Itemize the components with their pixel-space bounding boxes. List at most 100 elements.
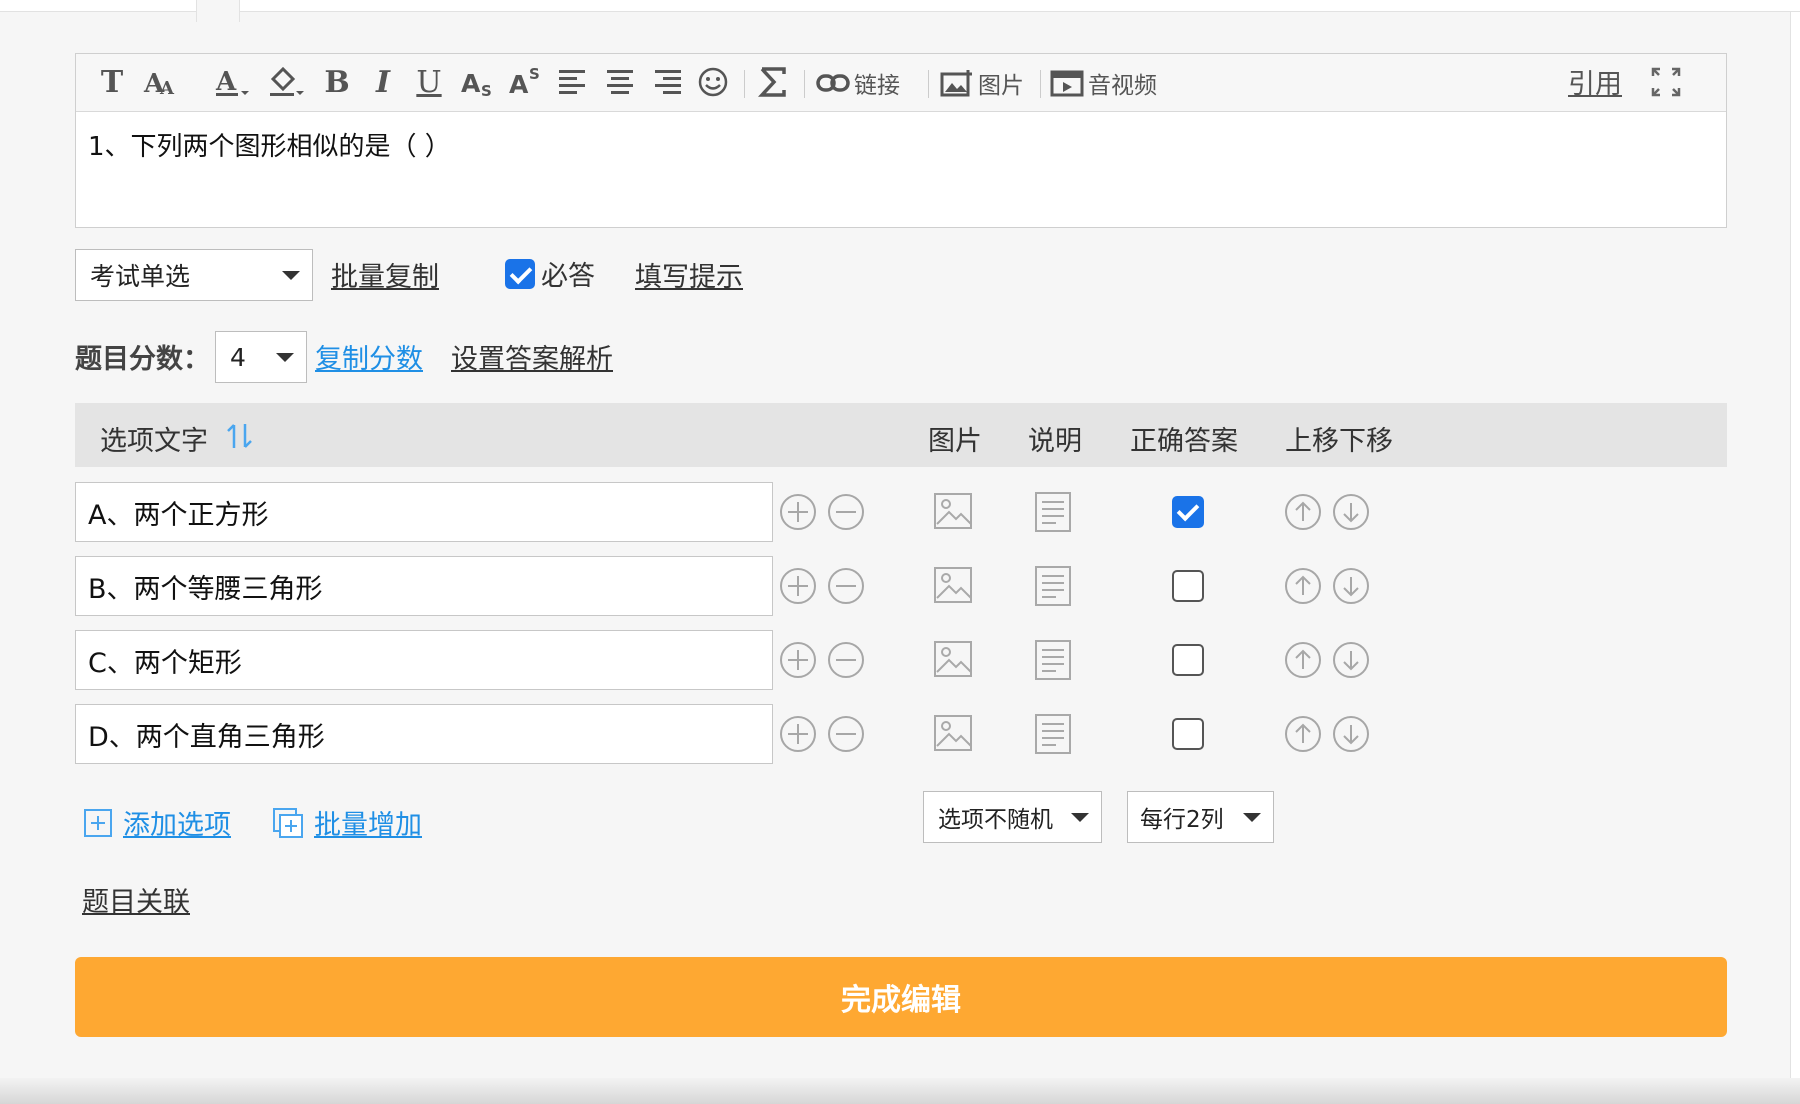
move-up-icon[interactable]	[1284, 641, 1322, 679]
question-text[interactable]: 1、下列两个图形相似的是（ ）	[76, 112, 1726, 182]
insert-media-button[interactable]: 音视频	[1050, 67, 1157, 99]
cite-link[interactable]: 引用	[1568, 62, 1622, 101]
image-label: 图片	[978, 73, 1024, 99]
required-checkbox[interactable]	[505, 259, 535, 289]
editor-toolbar: T AA A B I U AS AS 链接 图片 音视频 引用	[76, 54, 1726, 112]
insert-link-button[interactable]: 链接	[816, 67, 900, 99]
toolbar-divider	[928, 70, 929, 98]
columns-select[interactable]: 每行2列	[1127, 791, 1274, 843]
formula-icon[interactable]	[756, 64, 790, 100]
note-icon[interactable]	[1034, 565, 1072, 611]
required-label: 必答	[541, 261, 595, 292]
svg-text:A: A	[215, 67, 237, 97]
remove-row-icon[interactable]	[827, 641, 865, 679]
add-row-icon[interactable]	[779, 567, 817, 605]
note-header: 说明	[1028, 426, 1082, 457]
option-input[interactable]: D、两个直角三角形	[75, 704, 773, 764]
right-border	[1790, 12, 1800, 1104]
toolbar-divider	[744, 70, 745, 98]
option-input[interactable]: B、两个等腰三角形	[75, 556, 773, 616]
italic-icon[interactable]: I	[368, 64, 398, 100]
align-center-icon[interactable]	[604, 64, 636, 100]
toolbar-divider	[804, 70, 805, 98]
set-analysis-link[interactable]: 设置答案解析	[451, 337, 613, 376]
remove-row-icon[interactable]	[827, 493, 865, 531]
font-size-icon[interactable]: AA	[140, 64, 180, 100]
move-down-icon[interactable]	[1332, 641, 1370, 679]
chevron-down-icon	[282, 271, 300, 280]
image-upload-icon[interactable]	[933, 566, 973, 608]
batch-add-label: 批量增加	[314, 810, 422, 841]
score-value: 4	[230, 342, 246, 372]
add-row-icon[interactable]	[779, 493, 817, 531]
question-type-select[interactable]: 考试单选	[75, 249, 313, 301]
batch-copy-link[interactable]: 批量复制	[331, 255, 439, 294]
copy-score-link[interactable]: 复制分数	[315, 337, 423, 376]
fill-hint-link[interactable]: 填写提示	[635, 255, 743, 294]
highlight-icon[interactable]	[266, 64, 306, 100]
underline-icon[interactable]: U	[414, 64, 444, 100]
svg-text:A: A	[461, 69, 481, 98]
option-random-value: 选项不随机	[938, 807, 1053, 833]
add-option-button[interactable]: 添加选项	[83, 803, 231, 842]
option-input[interactable]: C、两个矩形	[75, 630, 773, 690]
correct-answer-checkbox[interactable]	[1172, 644, 1204, 676]
options-header: 选项文字 图片 说明 正确答案 上移下移	[75, 403, 1727, 467]
note-icon[interactable]	[1034, 713, 1072, 759]
chevron-down-icon	[1071, 813, 1089, 822]
image-upload-icon[interactable]	[933, 640, 973, 682]
add-option-label: 添加选项	[123, 810, 231, 841]
toolbar-divider	[1040, 70, 1041, 98]
superscript-icon[interactable]: AS	[508, 64, 544, 100]
score-select[interactable]: 4	[215, 331, 307, 383]
bold-icon[interactable]: B	[322, 64, 352, 100]
move-down-icon[interactable]	[1332, 567, 1370, 605]
note-icon[interactable]	[1034, 491, 1072, 537]
emoji-icon[interactable]	[696, 64, 730, 100]
correct-answer-checkbox[interactable]	[1172, 570, 1204, 602]
correct-answer-checkbox[interactable]	[1172, 496, 1204, 528]
done-editing-button[interactable]: 完成编辑	[75, 957, 1727, 1037]
remove-row-icon[interactable]	[827, 567, 865, 605]
subscript-icon[interactable]: AS	[460, 64, 496, 100]
move-up-icon[interactable]	[1284, 493, 1322, 531]
align-right-icon[interactable]	[652, 64, 684, 100]
image-upload-icon[interactable]	[933, 492, 973, 534]
option-text-header: 选项文字	[100, 426, 208, 457]
svg-text:A: A	[159, 78, 175, 99]
question-relation-link[interactable]: 题目关联	[82, 880, 190, 919]
batch-add-icon	[273, 807, 303, 838]
note-icon[interactable]	[1034, 639, 1072, 685]
move-down-icon[interactable]	[1332, 715, 1370, 753]
top-border	[0, 0, 1800, 12]
move-up-icon[interactable]	[1284, 567, 1322, 605]
question-type-value: 考试单选	[90, 262, 191, 291]
image-header: 图片	[928, 426, 982, 457]
svg-text:S: S	[529, 65, 540, 83]
media-label: 音视频	[1088, 73, 1157, 99]
video-icon	[1050, 70, 1084, 97]
move-header: 上移下移	[1285, 426, 1393, 457]
app-frame: T AA A B I U AS AS 链接 图片 音视频 引用 1、下列两个图形…	[0, 0, 1800, 1104]
top-tab-notch	[196, 0, 240, 22]
add-row-icon[interactable]	[779, 715, 817, 753]
image-upload-icon[interactable]	[933, 714, 973, 756]
score-label: 题目分数：	[75, 344, 210, 375]
remove-row-icon[interactable]	[827, 715, 865, 753]
fullscreen-icon[interactable]	[1650, 66, 1682, 102]
move-up-icon[interactable]	[1284, 715, 1322, 753]
align-left-icon[interactable]	[556, 64, 588, 100]
option-random-select[interactable]: 选项不随机	[923, 791, 1102, 843]
text-style-icon[interactable]: T	[94, 64, 130, 100]
move-down-icon[interactable]	[1332, 493, 1370, 531]
link-icon	[816, 74, 850, 92]
add-row-icon[interactable]	[779, 641, 817, 679]
correct-answer-checkbox[interactable]	[1172, 718, 1204, 750]
font-color-icon[interactable]: A	[212, 64, 252, 100]
insert-image-button[interactable]: 图片	[940, 67, 1024, 99]
correct-answer-header: 正确答案	[1130, 426, 1238, 457]
columns-value: 每行2列	[1140, 807, 1224, 833]
sort-icon[interactable]	[225, 421, 255, 455]
option-input[interactable]: A、两个正方形	[75, 482, 773, 542]
batch-add-button[interactable]: 批量增加	[272, 803, 422, 842]
